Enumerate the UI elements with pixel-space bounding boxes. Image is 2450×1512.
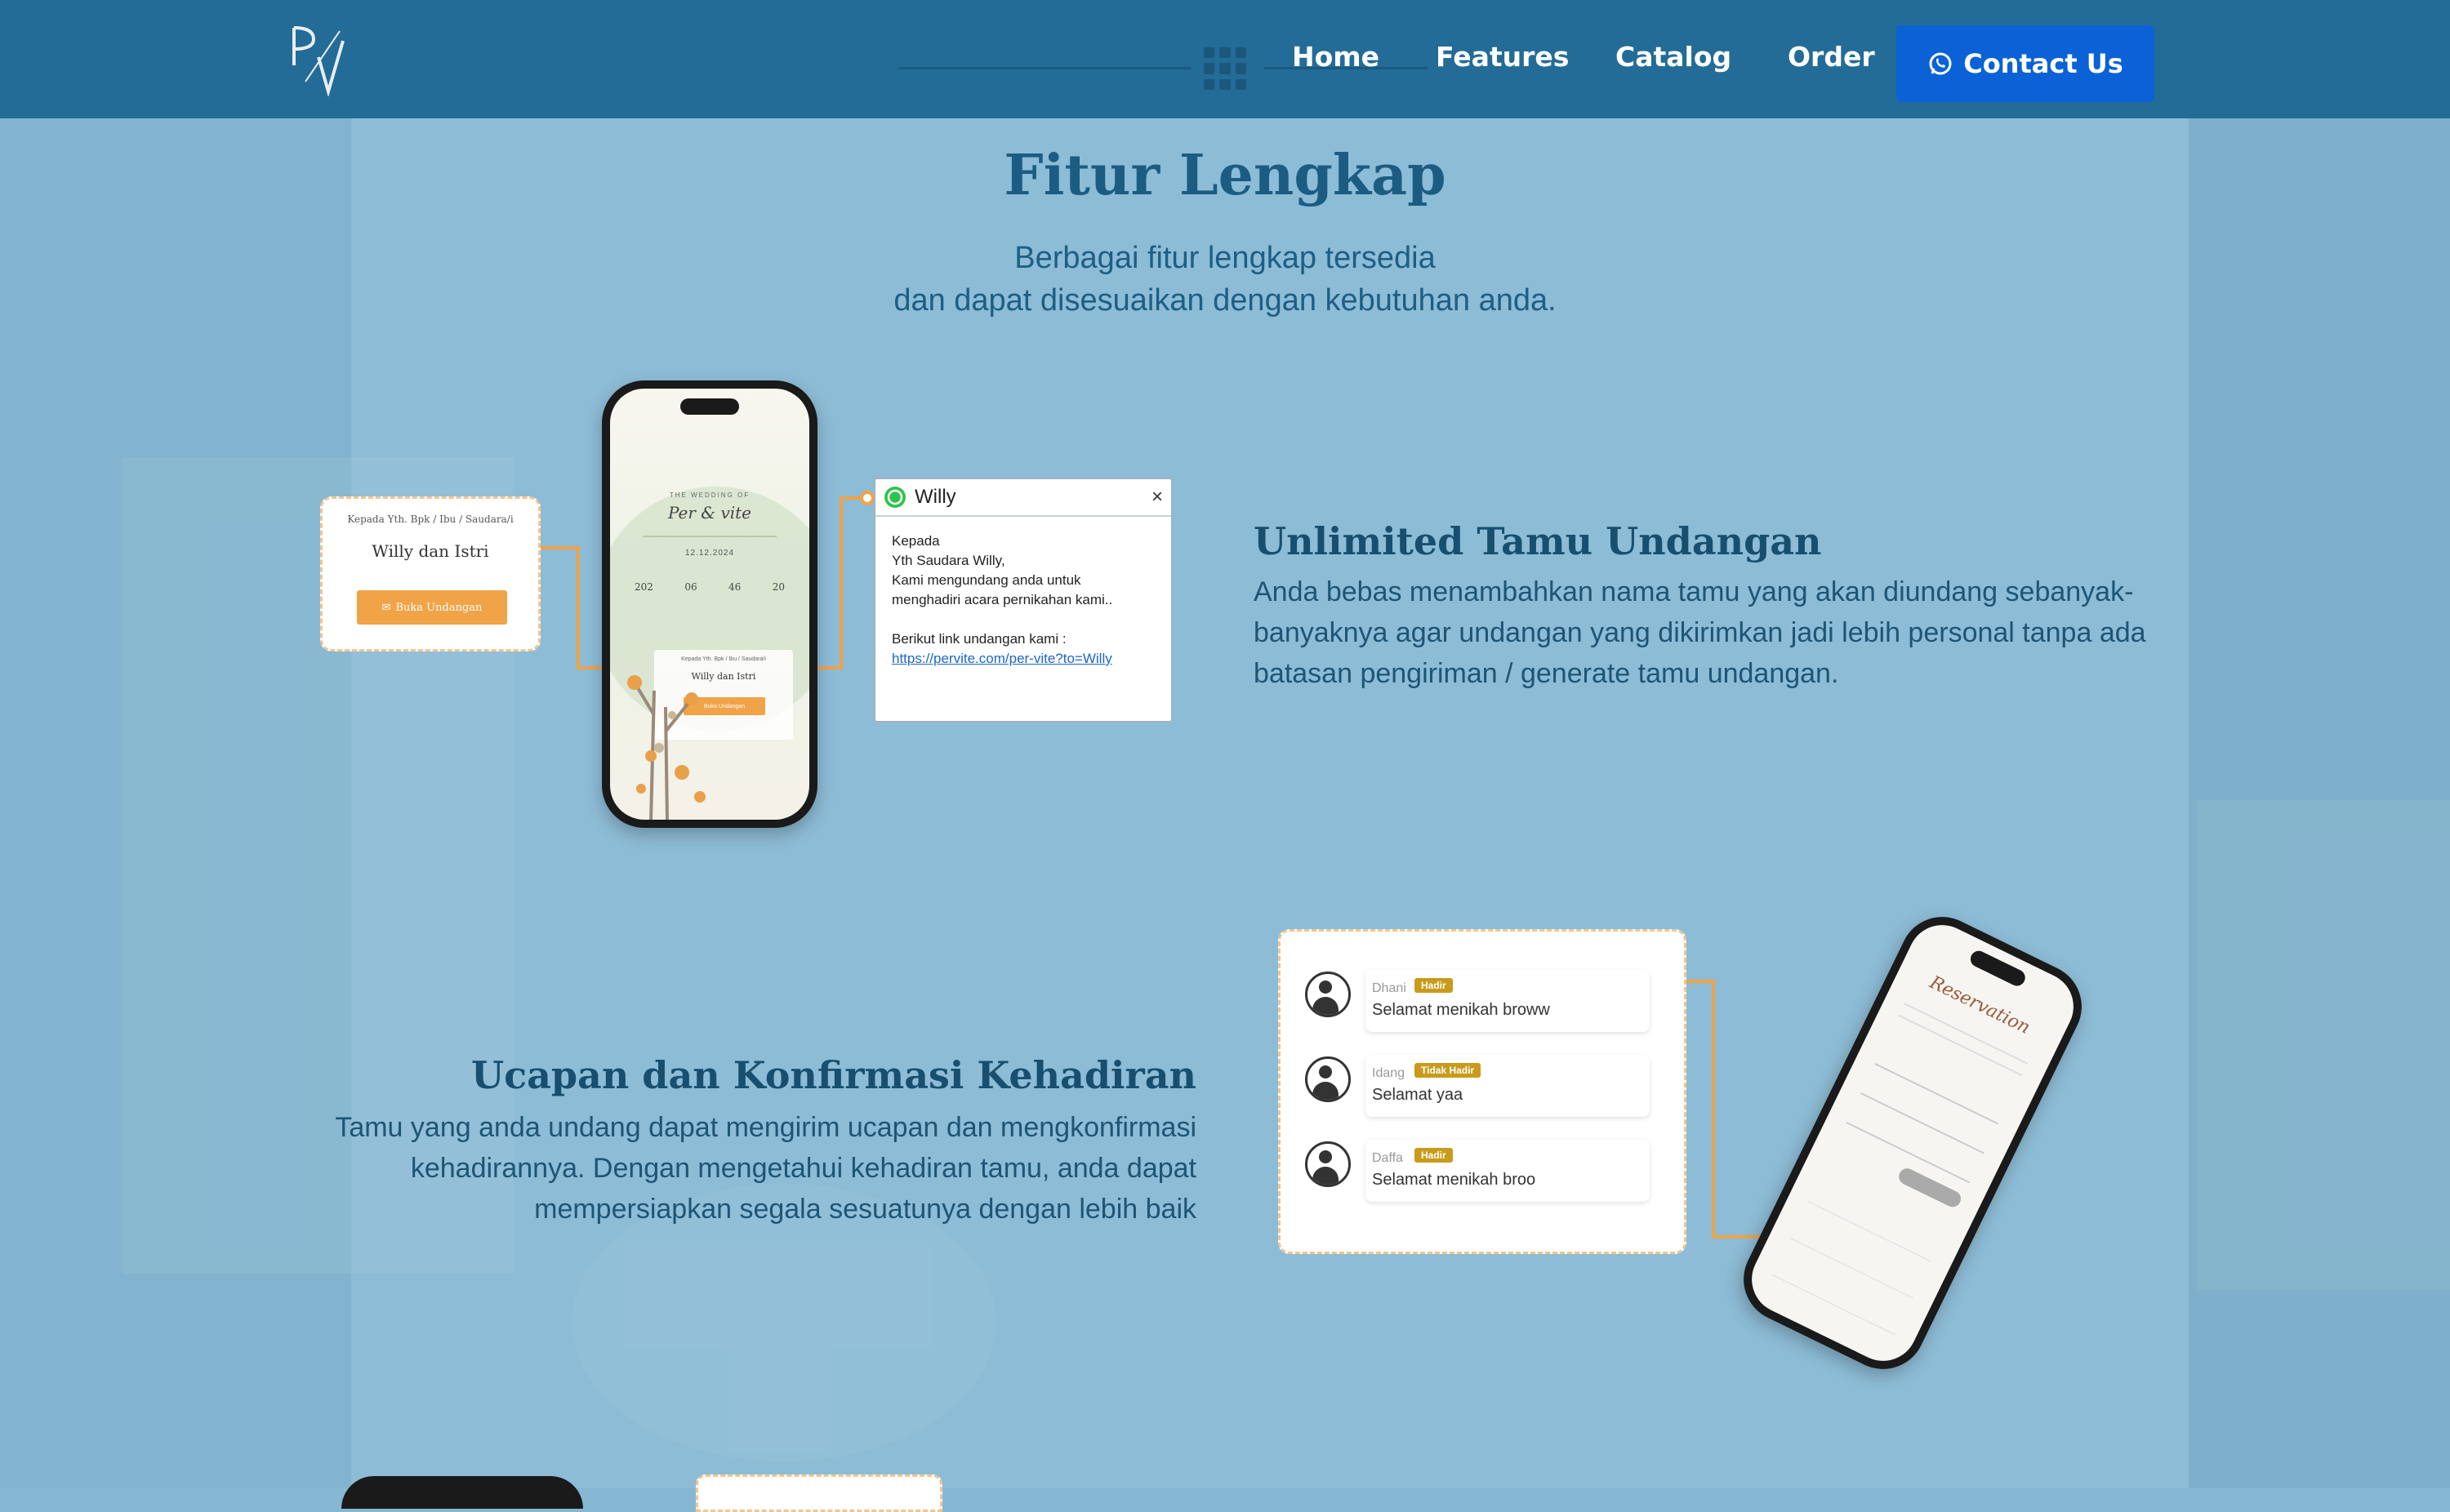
whatsapp-message-body: Kepada Yth Saudara Willy, Kami mengundan…: [875, 517, 1171, 683]
invite-card-guest-name: Willy dan Istri: [372, 541, 489, 561]
guest-avatar-icon: [1305, 1056, 1351, 1102]
feature1-desc-line2: banyaknya agar undangan yang dikirimkan …: [1254, 617, 2146, 648]
guest-wish-row: Dhani Hadir Selamat menikah broww: [1365, 970, 1650, 1032]
whatsapp-invite-link[interactable]: https://pervite.com/per-vite?to=Willy: [892, 649, 1155, 669]
guest-wish-message: Selamat yaa: [1372, 1086, 1463, 1104]
invitation-phone-screen: THE WEDDING OF Per & vite 12.12.2024 202…: [610, 389, 809, 820]
invite-card-to-label: Kepada Yth. Bpk / Ibu / Saudara/i: [347, 514, 514, 525]
feature2-desc-line3: mempersiapkan segala sesuatunya dengan l…: [534, 1194, 1196, 1225]
whatsapp-icon: [1929, 52, 1952, 75]
autumn-tree-icon: [627, 675, 706, 820]
guest-wish-status-badge: Hadir: [1414, 1148, 1453, 1163]
whatsapp-window-header: Willy ×: [875, 479, 1171, 517]
whatsapp-line-5: Berikut link undangan kami :: [892, 631, 1067, 647]
phone-couple-name: Per & vite: [667, 503, 752, 523]
feature-rsvp-title: Ucapan dan Konfirmasi Kehadiran: [470, 1053, 1196, 1097]
feature-rsvp-description: Tamu yang anda undang dapat mengirim uca…: [245, 1107, 1196, 1230]
countdown-seconds: 20: [772, 581, 785, 593]
invitation-phone-mockup: THE WEDDING OF Per & vite 12.12.2024 202…: [602, 380, 817, 828]
phone-notch: [680, 398, 739, 415]
whatsapp-line-4: menghadiri acara pernikahan kami..: [892, 592, 1113, 607]
guest-wish-name: Daffa: [1372, 1151, 1403, 1165]
next-feature-card-partial: [696, 1474, 942, 1512]
feature2-desc-line2: kehadirannya. Dengan mengetahui kehadira…: [410, 1153, 1196, 1184]
guest-wish-row: Daffa Hadir Selamat menikah broo: [1365, 1140, 1650, 1202]
feature1-desc-line1: Anda bebas menambahkan nama tamu yang ak…: [1254, 576, 2134, 607]
guest-wish-status-badge: Tidak Hadir: [1414, 1063, 1481, 1078]
invite-card-open-button[interactable]: ✉ Buka Undangan: [357, 590, 507, 625]
guest-wish-row: Idang Tidak Hadir Selamat yaa: [1365, 1055, 1650, 1117]
countdown-hours: 06: [684, 581, 697, 593]
countdown-minutes: 46: [728, 581, 742, 593]
background: [0, 0, 2450, 1488]
top-navigation-bar: Home Features Catalog Order Contact Us: [0, 0, 2450, 118]
whatsapp-contact-name: Willy: [915, 486, 956, 508]
whatsapp-line-1: Kepada: [892, 533, 940, 549]
pv-logo-icon: [292, 26, 345, 98]
next-phone-mockup-partial: [341, 1476, 583, 1509]
whatsapp-message-window: Willy × Kepada Yth Saudara Willy, Kami m…: [874, 478, 1173, 723]
whatsapp-line-2: Yth Saudara Willy,: [892, 553, 1005, 568]
nav-home-link[interactable]: Home: [1292, 41, 1379, 73]
whatsapp-icon: [884, 487, 906, 508]
phone-wedding-heading: THE WEDDING OF: [669, 491, 751, 499]
section-subtitle-line1: Berbagai fitur lengkap tersedia: [1014, 241, 1436, 275]
feature2-desc-line1: Tamu yang anda undang dapat mengirim uca…: [335, 1112, 1196, 1143]
contact-us-label: Contact Us: [1963, 48, 2123, 79]
grid-menu-icon[interactable]: [1204, 47, 1246, 90]
guest-wish-name: Idang: [1372, 1066, 1405, 1080]
guest-wish-status-badge: Hadir: [1414, 978, 1453, 993]
nav-features-link[interactable]: Features: [1436, 41, 1569, 73]
feature-unlimited-guests-description: Anda bebas menambahkan nama tamu yang ak…: [1254, 571, 2160, 694]
feature-unlimited-guests-title: Unlimited Tamu Undangan: [1254, 519, 1822, 563]
guest-avatar-icon: [1305, 972, 1351, 1017]
section-subtitle: Berbagai fitur lengkap tersedia dan dapa…: [0, 237, 2450, 322]
invite-card-open-label: Buka Undangan: [395, 601, 483, 614]
phone-wedding-date: 12.12.2024: [684, 549, 735, 558]
section-title: Fitur Lengkap: [1004, 143, 1446, 208]
nav-order-link[interactable]: Order: [1788, 41, 1875, 73]
guest-wish-message: Selamat menikah broo: [1372, 1171, 1536, 1189]
guest-wish-name: Dhani: [1372, 981, 1406, 995]
contact-us-button[interactable]: Contact Us: [1896, 25, 2154, 102]
guest-wish-message: Selamat menikah broww: [1372, 1001, 1550, 1019]
envelope-icon: ✉: [381, 601, 391, 614]
whatsapp-line-3: Kami mengundang anda untuk: [892, 572, 1081, 588]
section-subtitle-line2: dan dapat disesuaikan dengan kebutuhan a…: [893, 283, 1557, 318]
nav-divider-left: [898, 67, 1191, 69]
brand-logo[interactable]: [289, 24, 350, 98]
feature1-desc-line3: batasan pengiriman / generate tamu undan…: [1254, 658, 1839, 689]
guest-avatar-icon: [1305, 1141, 1351, 1187]
countdown-days: 202: [635, 581, 653, 593]
nav-catalog-link[interactable]: Catalog: [1615, 41, 1731, 73]
phone-countdown: 202 06 46 20: [635, 581, 785, 593]
guest-invite-card: Kepada Yth. Bpk / Ibu / Saudara/i Willy …: [320, 496, 541, 651]
close-icon[interactable]: ×: [1152, 486, 1163, 509]
